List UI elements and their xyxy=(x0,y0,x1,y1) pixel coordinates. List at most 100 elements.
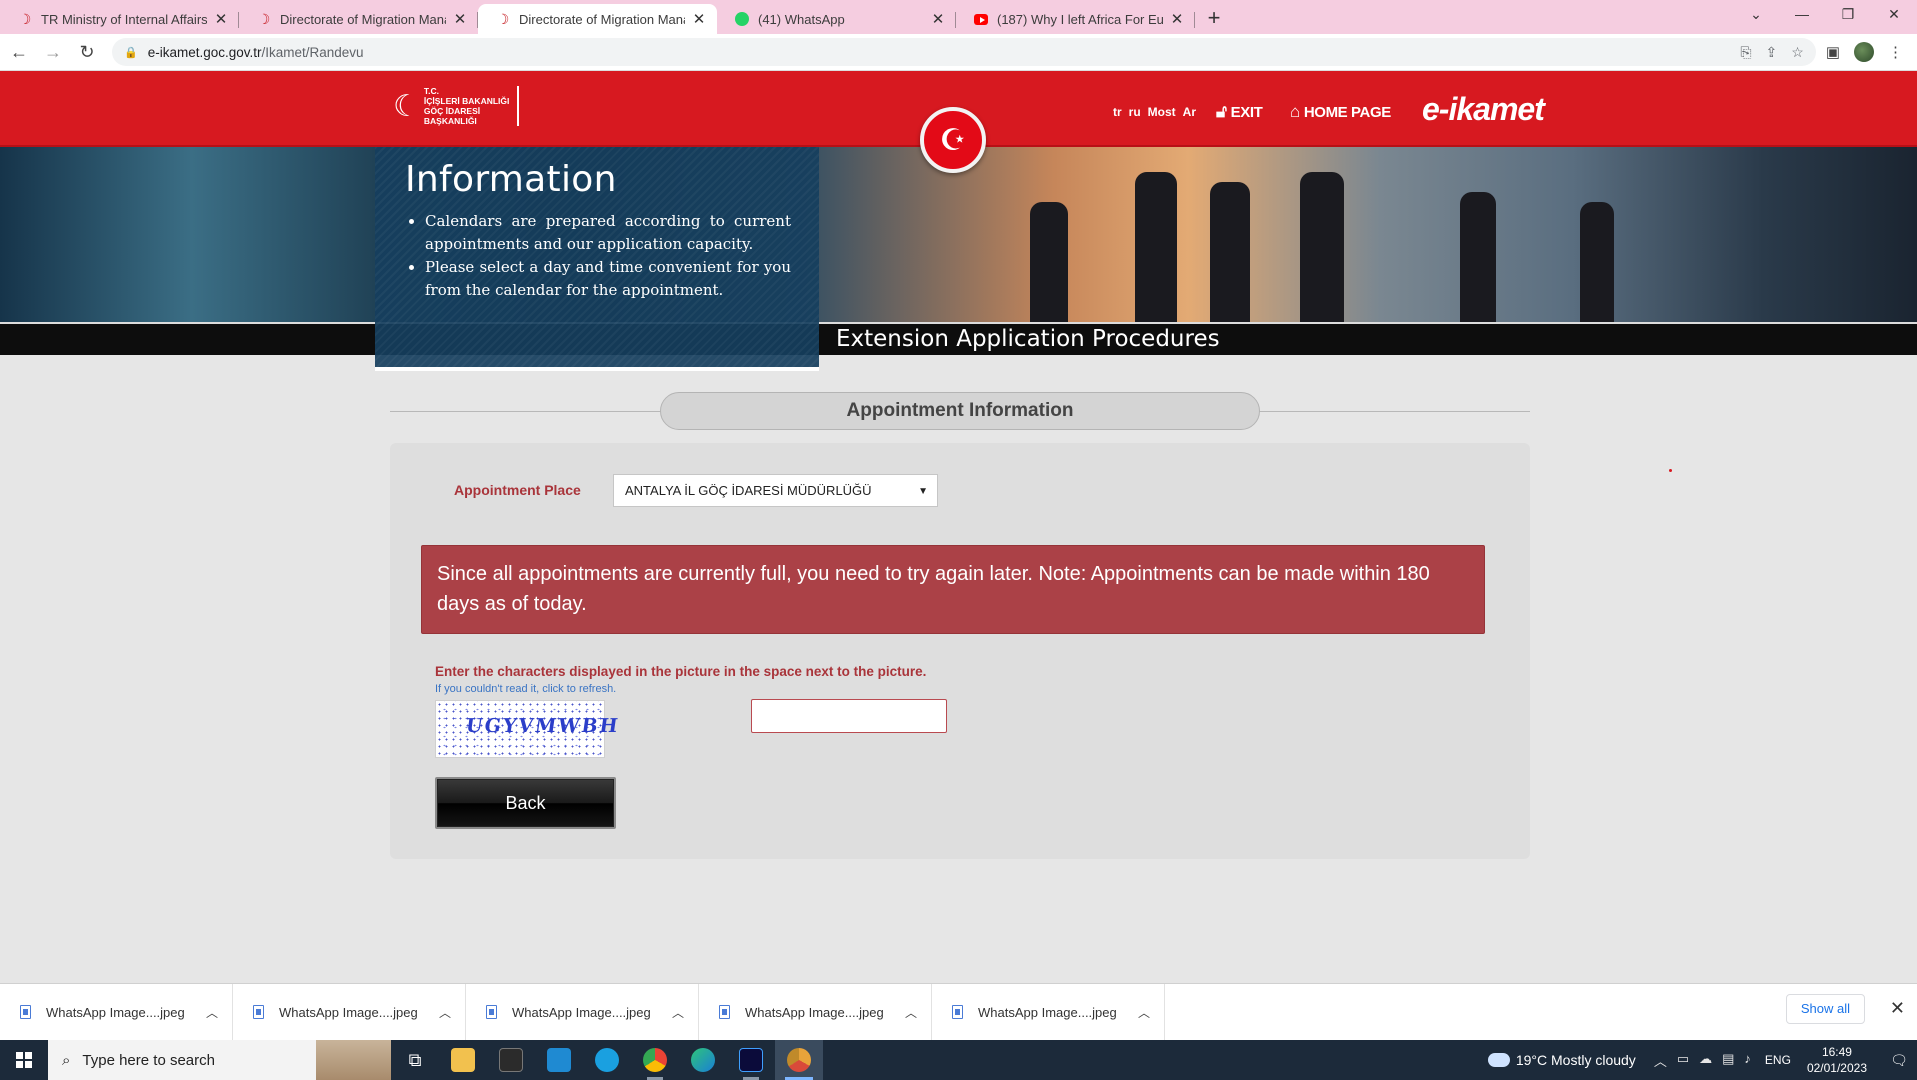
side-panel-icon[interactable]: ▣ xyxy=(1826,43,1840,61)
tab-close-icon[interactable]: ✕ xyxy=(1169,10,1185,28)
logo-line: T.C. xyxy=(423,86,440,96)
forward-arrow-icon[interactable]: → xyxy=(38,42,68,63)
volume-icon[interactable]: ♪ xyxy=(1744,1051,1751,1070)
search-icon: ⌕ xyxy=(62,1051,71,1069)
tab-search-icon[interactable]: ⌄ xyxy=(1733,0,1779,30)
clock-date: 02/01/2023 xyxy=(1806,1061,1867,1075)
moi-favicon-icon: ☽ xyxy=(496,10,510,27)
download-item[interactable]: WhatsApp Image....jpeg ︿ xyxy=(466,983,699,1041)
download-item[interactable]: WhatsApp Image....jpeg ︿ xyxy=(233,983,466,1041)
lang-tr[interactable]: tr xyxy=(1113,105,1122,119)
captcha-refresh-hint[interactable]: If you couldn't read it, click to refres… xyxy=(435,683,616,695)
lang-ru[interactable]: ru xyxy=(1129,105,1141,119)
windows-taskbar: ⌕ Type here to search ⧉ 19°C Mostly clou… xyxy=(0,1040,1917,1080)
back-button[interactable]: Back xyxy=(435,777,616,829)
chrome-icon[interactable] xyxy=(631,1040,679,1080)
browser-tab[interactable]: (41) WhatsApp ✕ xyxy=(717,4,956,34)
edge-icon[interactable] xyxy=(679,1040,727,1080)
tab-close-icon[interactable]: ✕ xyxy=(213,10,229,28)
tab-title: (41) WhatsApp xyxy=(758,11,845,27)
clock[interactable]: 16:49 02/01/2023 xyxy=(1807,1044,1867,1076)
start-button[interactable] xyxy=(0,1040,48,1080)
task-view-icon[interactable]: ⧉ xyxy=(391,1040,439,1080)
appointment-place-label: Appointment Place xyxy=(454,482,581,498)
chrome-canary-icon[interactable] xyxy=(775,1040,823,1080)
terminal-icon[interactable] xyxy=(487,1040,535,1080)
notifications-icon[interactable]: 🗨︎ xyxy=(1881,1052,1917,1069)
profile-avatar[interactable] xyxy=(1854,42,1874,62)
tab-title: Directorate of Migration Manage xyxy=(280,11,446,27)
dropdown-caret-icon: ▼ xyxy=(918,486,928,497)
home-page-link[interactable]: ⌂ HOME PAGE xyxy=(1290,102,1391,122)
lock-icon[interactable]: 🔒 xyxy=(124,46,138,59)
chevron-up-icon[interactable]: ︿ xyxy=(1654,1051,1667,1070)
download-item[interactable]: WhatsApp Image....jpeg ︿ xyxy=(0,983,233,1041)
goc-idaresi-logo[interactable]: ☾ T.C. İÇİŞLERİ BAKANLIĞI GÖÇ İDARESİ BA… xyxy=(393,86,520,126)
e-ikamet-logo[interactable]: e-ikamet xyxy=(1422,91,1545,128)
skype-icon[interactable] xyxy=(583,1040,631,1080)
taskbar-search[interactable]: ⌕ Type here to search xyxy=(48,1040,391,1080)
tab-close-icon[interactable]: ✕ xyxy=(691,10,707,28)
youtube-icon xyxy=(974,12,988,26)
download-filename: WhatsApp Image....jpeg xyxy=(279,1004,418,1020)
silhouette-figure xyxy=(1460,192,1496,322)
download-filename: WhatsApp Image....jpeg xyxy=(46,1004,185,1020)
close-shelf-icon[interactable]: ✕ xyxy=(1890,998,1905,1019)
silhouette-figure xyxy=(1135,172,1177,322)
tab-separator xyxy=(1194,12,1195,28)
system-tray: 19°C Mostly cloudy ︿ ▭ ☁ ▤ ♪ ENG 16:49 0… xyxy=(1487,1040,1917,1080)
silhouette-figure xyxy=(1300,172,1344,322)
url-host: e-ikamet.goc.gov.tr xyxy=(147,44,262,60)
tab-close-icon[interactable]: ✕ xyxy=(452,10,468,28)
input-language[interactable]: ENG xyxy=(1765,1053,1791,1067)
appointment-place-value: ANTALYA İL GÖÇ İDARESİ MÜDÜRLÜĞÜ xyxy=(625,483,872,498)
chevron-up-icon[interactable]: ︿ xyxy=(891,1004,931,1021)
url-path: /Ikamet/Randevu xyxy=(261,44,364,60)
chevron-up-icon[interactable]: ︿ xyxy=(658,1004,698,1021)
share-icon[interactable]: ⇪ xyxy=(1766,44,1778,61)
browser-tab-active[interactable]: ☽ Directorate of Migration Manage ✕ xyxy=(478,4,717,34)
captcha-image[interactable]: UGYVMWBH xyxy=(435,700,621,758)
chevron-up-icon[interactable]: ︿ xyxy=(192,1004,232,1021)
bookmark-star-icon[interactable]: ☆ xyxy=(1791,44,1804,61)
minimize-button[interactable]: — xyxy=(1779,0,1825,30)
exit-link[interactable]: 🔓︎ EXIT xyxy=(1216,102,1263,122)
silhouette-figure xyxy=(1580,202,1614,322)
lang-ar[interactable]: Ar xyxy=(1183,105,1196,119)
appointment-place-select[interactable]: ANTALYA İL GÖÇ İDARESİ MÜDÜRLÜĞÜ ▼ xyxy=(613,474,938,507)
download-item[interactable]: WhatsApp Image....jpeg ︿ xyxy=(699,983,932,1041)
address-toolbar: ← → ↻ 🔒 e-ikamet.goc.gov.tr/Ikamet/Rande… xyxy=(0,34,1917,71)
chevron-up-icon[interactable]: ︿ xyxy=(1124,1004,1164,1021)
close-window-button[interactable]: ✕ xyxy=(1871,0,1917,30)
image-file-icon xyxy=(253,1005,264,1019)
lang-most[interactable]: Most xyxy=(1148,105,1176,119)
show-all-downloads-button[interactable]: Show all xyxy=(1785,994,1865,1024)
tab-title: (187) Why I left Africa For Europe xyxy=(997,11,1163,27)
menu-kebab-icon[interactable]: ⋮ xyxy=(1888,43,1903,61)
information-box: Information Calendars are prepared accor… xyxy=(375,147,819,371)
reload-icon[interactable]: ↻ xyxy=(72,42,102,63)
new-tab-button[interactable]: + xyxy=(1199,4,1229,34)
browser-tab[interactable]: ☽ Directorate of Migration Manage ✕ xyxy=(239,4,478,34)
download-item[interactable]: WhatsApp Image....jpeg ︿ xyxy=(932,983,1165,1041)
browser-tab-bar: ☽ TR Ministry of Internal Affairs Dir ✕ … xyxy=(0,0,1917,34)
browser-tab[interactable]: (187) Why I left Africa For Europe ✕ xyxy=(956,4,1195,34)
captcha-input[interactable] xyxy=(751,699,947,733)
vscode-icon[interactable] xyxy=(535,1040,583,1080)
webstorm-icon[interactable] xyxy=(727,1040,775,1080)
chevron-up-icon[interactable]: ︿ xyxy=(425,1004,465,1021)
onedrive-icon[interactable]: ☁ xyxy=(1699,1051,1712,1070)
back-arrow-icon[interactable]: ← xyxy=(4,42,34,63)
tray-app-icon[interactable]: ▭ xyxy=(1677,1051,1689,1070)
restore-button[interactable]: ❐ xyxy=(1825,0,1871,30)
url-bar[interactable]: 🔒 e-ikamet.goc.gov.tr/Ikamet/Randevu ⎘ ⇪… xyxy=(112,38,1816,66)
translate-icon[interactable]: ⎘ xyxy=(1740,44,1751,61)
file-explorer-icon[interactable] xyxy=(439,1040,487,1080)
silhouette-figure xyxy=(1030,202,1068,322)
browser-tab[interactable]: ☽ TR Ministry of Internal Affairs Dir ✕ xyxy=(0,4,239,34)
captcha-text: UGYVMWBH xyxy=(464,715,622,737)
weather-widget[interactable]: 19°C Mostly cloudy xyxy=(1487,1052,1636,1068)
tab-close-icon[interactable]: ✕ xyxy=(930,10,946,28)
information-list: Calendars are prepared according to curr… xyxy=(405,210,791,302)
network-icon[interactable]: ▤ xyxy=(1722,1051,1734,1070)
